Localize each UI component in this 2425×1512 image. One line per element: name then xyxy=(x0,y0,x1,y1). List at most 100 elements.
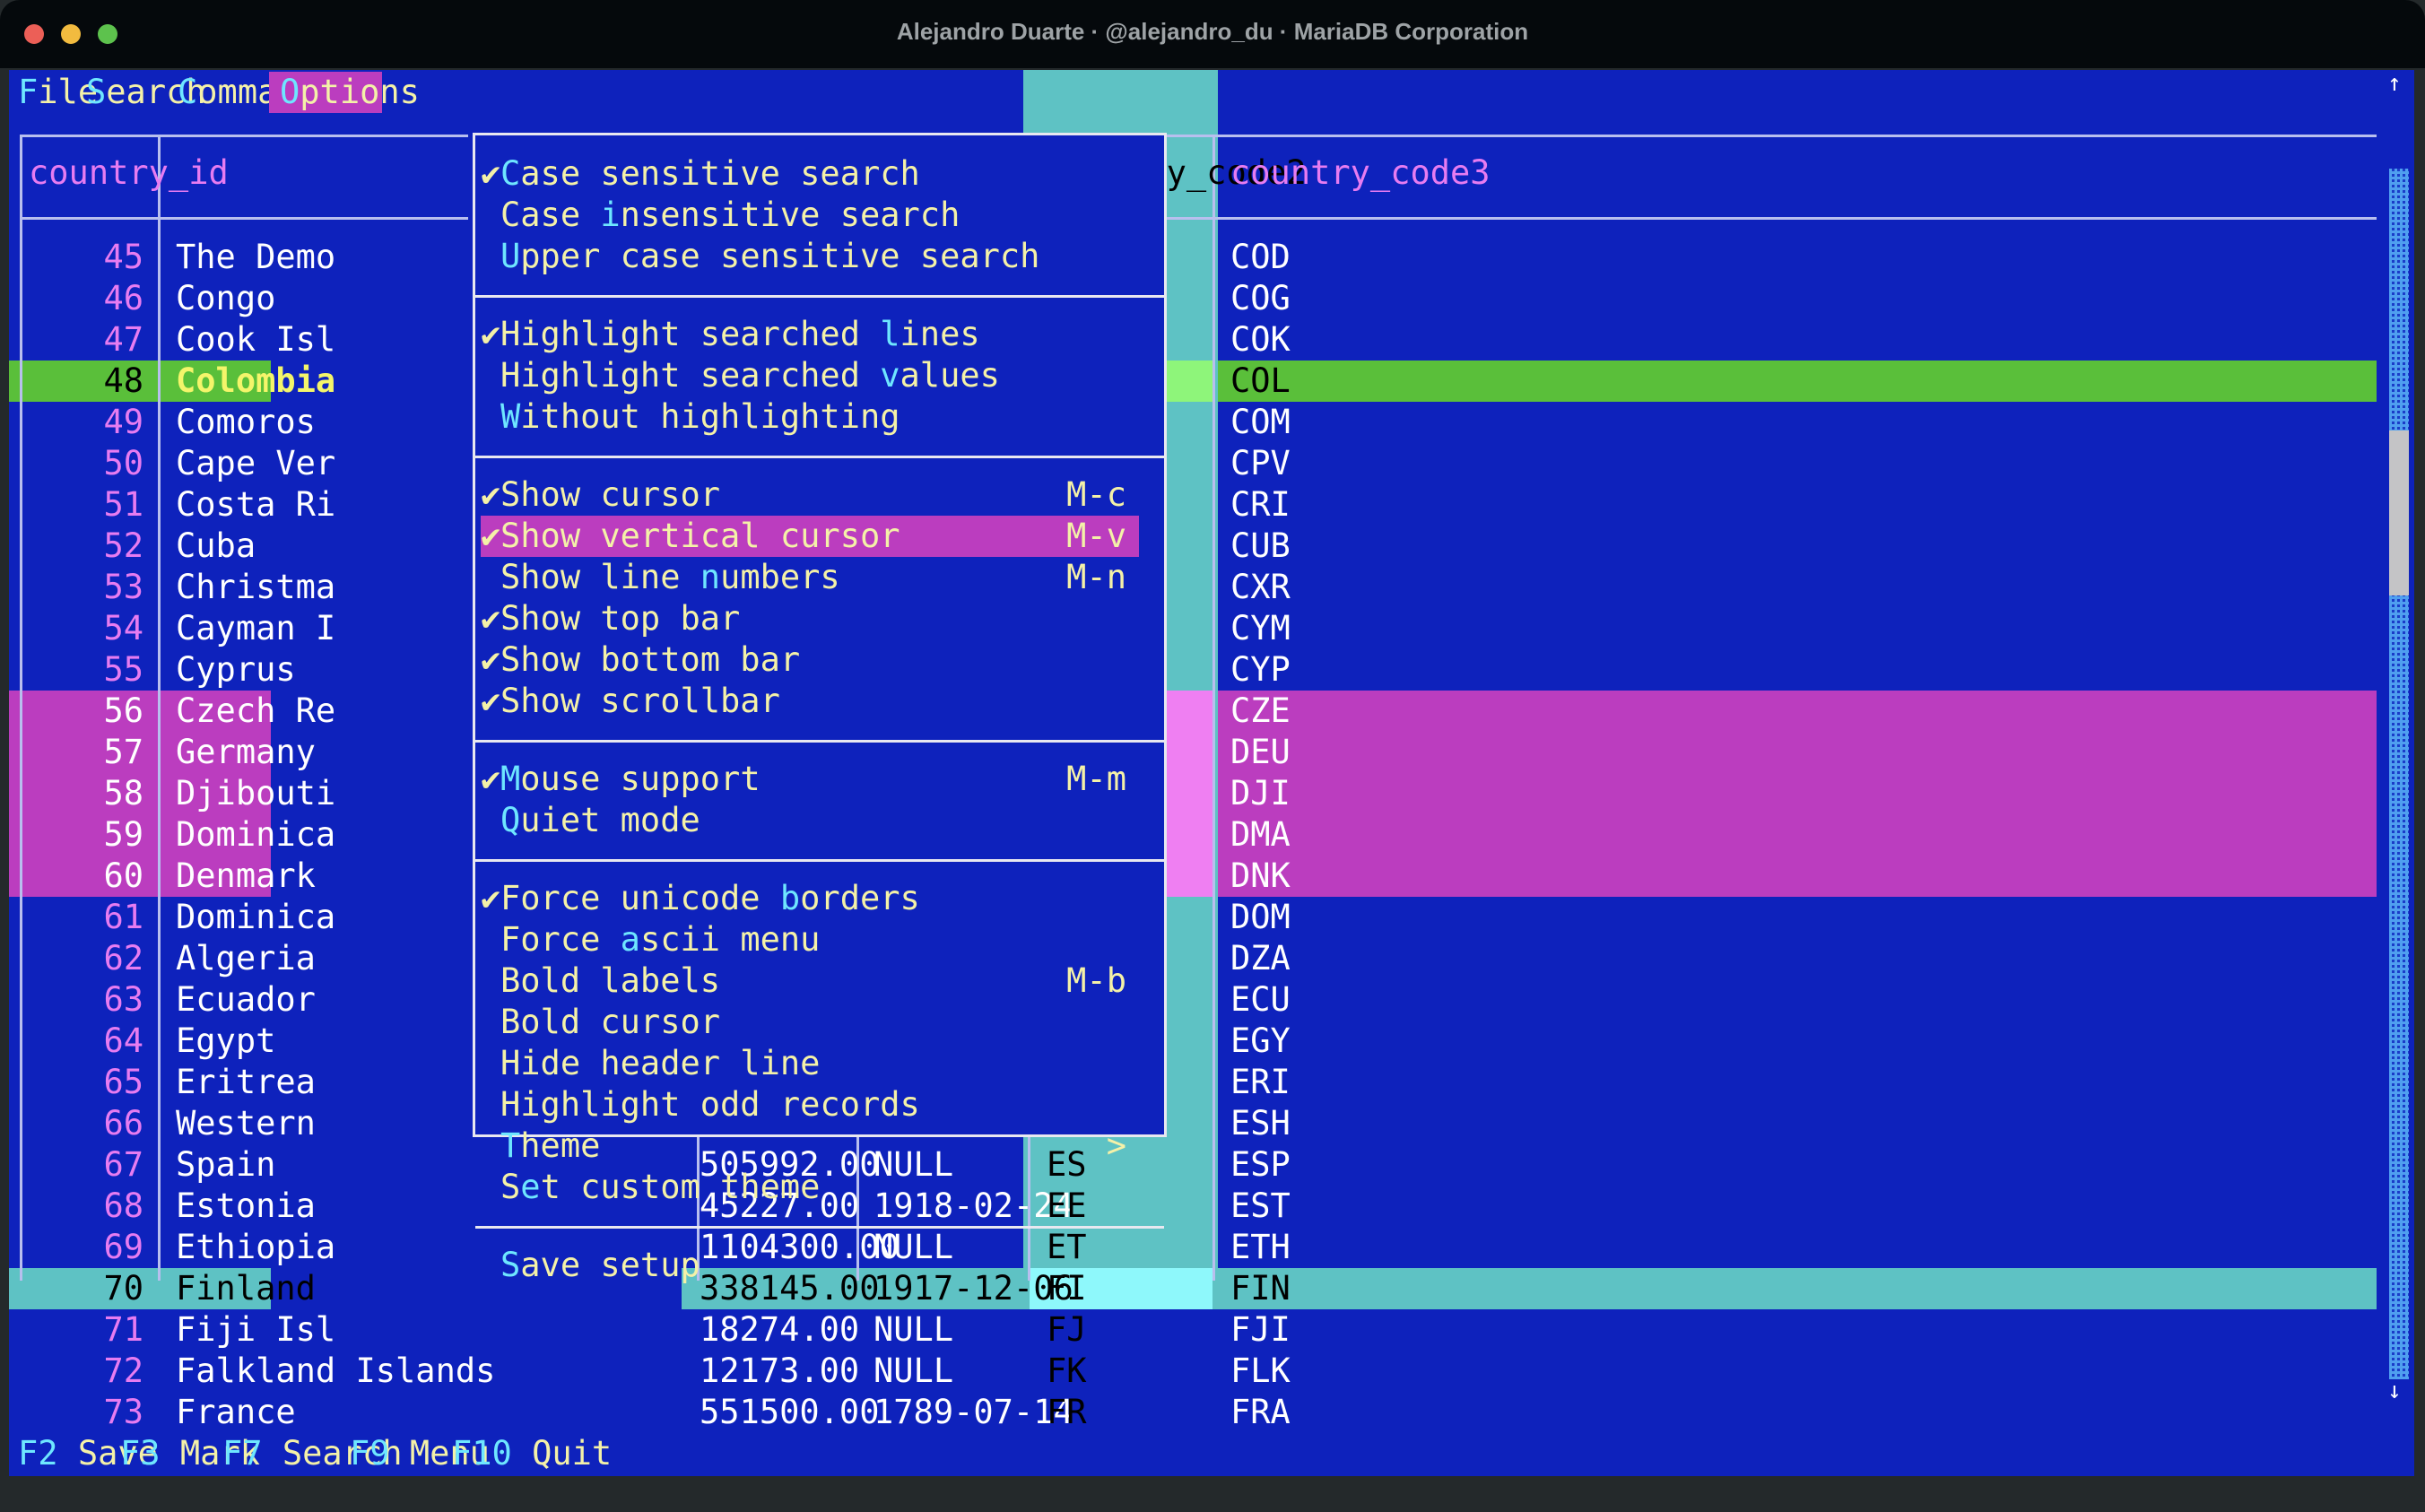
table-row[interactable]: 71 Fiji Isl 18274.00 NULL FJ FJI xyxy=(9,1309,2377,1351)
cell-country-code3: COL xyxy=(1230,361,1291,400)
menu-item-set-custom-theme[interactable]: Set custom theme xyxy=(481,1167,1139,1208)
scrollbar-track[interactable] xyxy=(2389,169,2409,1379)
cell-country-id: 67 xyxy=(103,1145,143,1184)
table-row[interactable]: 58Djibouti23200.001977-06-27DJDJI xyxy=(9,773,2377,814)
cell-country-code3: DNK xyxy=(1230,856,1291,895)
menu-item-force-ascii-menu[interactable]: Force ascii menu xyxy=(481,919,1139,960)
menu-file[interactable]: File xyxy=(18,72,98,113)
table-row[interactable]: 70 Finland 338145.00 1917-12-06 FI FIN xyxy=(9,1268,2377,1309)
table-row[interactable]: 54Cayman I264.00NULLKYCYM xyxy=(9,608,2377,649)
cell-country-code3: COD xyxy=(1230,238,1291,276)
cell-area: 18274.00 xyxy=(700,1310,860,1349)
table-row[interactable]: 61Dominica48511.00NULLDODOM xyxy=(9,897,2377,938)
menu-item-highlight-searched-values[interactable]: Highlight searched values xyxy=(481,355,1139,396)
menu-item-quiet-mode[interactable]: Quiet mode xyxy=(481,800,1139,841)
cell-country-id: 64 xyxy=(103,1021,143,1060)
column-header-country-id[interactable]: country_id xyxy=(29,152,229,194)
bottom-bar-quit[interactable]: F10 Quit xyxy=(452,1433,612,1474)
menu-item-theme[interactable]: Theme > xyxy=(481,1125,1139,1167)
scroll-up-arrow-icon[interactable]: ↑ xyxy=(2387,70,2402,97)
cell-name: Colombia xyxy=(176,361,336,400)
table-row[interactable]: 53Christma135.00NULLCXCXR xyxy=(9,567,2377,608)
menu-item-mouse-support[interactable]: ✔Mouse support M-m xyxy=(481,759,1139,800)
menu-item-show-scrollbar[interactable]: ✔Show scrollbar xyxy=(481,681,1139,722)
menu-item-show-top-bar[interactable]: ✔Show top bar xyxy=(481,598,1139,639)
table-row[interactable]: 48Colombia1138914.00NULLCOCOL xyxy=(9,361,2377,402)
cell-country-id: 47 xyxy=(103,320,143,359)
table-row[interactable]: 63Ecuador283561.001809-08-10ECECU xyxy=(9,979,2377,1021)
menu-item-case-sensitive-search[interactable]: ✔Case sensitive search xyxy=(481,153,1139,195)
cell-country-code3: COG xyxy=(1230,279,1291,317)
menu-item-show-line-numbers[interactable]: Show line numbers M-n xyxy=(481,557,1139,598)
table-row[interactable]: 59Dominica751.001978-11-03DMDMA xyxy=(9,814,2377,856)
scroll-down-arrow-icon[interactable]: ↓ xyxy=(2387,1377,2402,1404)
table-row[interactable]: 50Cape Ver4033.001975-07-05CVCPV xyxy=(9,443,2377,484)
menu-item-case-insensitive-search[interactable]: Case insensitive search xyxy=(481,195,1139,236)
cell-name: Western xyxy=(176,1104,316,1143)
table-row[interactable]: 62Algeria2381741.001962-07-05DZDZA xyxy=(9,938,2377,979)
menu-item-highlight-odd-records[interactable]: Highlight odd records xyxy=(481,1084,1139,1125)
menu-options[interactable]: Options xyxy=(269,72,420,113)
menu-item-save-setup[interactable]: Save setup xyxy=(481,1245,1139,1286)
terminal: FileSearchCommandOptions country_idarean… xyxy=(9,70,2414,1476)
cell-country-code3: DZA xyxy=(1230,939,1291,978)
menu-item-show-vertical-cursor[interactable]: ✔Show vertical cursor M-v xyxy=(481,516,1139,557)
menu-command[interactable]: Command xyxy=(178,72,317,113)
scrollbar-thumb[interactable] xyxy=(2389,430,2409,595)
table-row[interactable]: 65Eritrea117600.001993-05-24ERERI xyxy=(9,1062,2377,1103)
menu-item-bold-labels[interactable]: Bold labels M-b xyxy=(481,960,1139,1002)
table-row[interactable]: 55Cyprus9251.001960-10-01CYCYP xyxy=(9,649,2377,691)
table-row[interactable]: 47Cook Isl236.00NULLCKCOK xyxy=(9,319,2377,361)
cell-country-id: 46 xyxy=(103,279,143,317)
table-row[interactable]: 46Congo342000.00NULLCGCOG xyxy=(9,278,2377,319)
table-row[interactable]: 66Western266000.00NULLEHESH xyxy=(9,1103,2377,1144)
table-row[interactable]: 67 Spain 505992.00 NULL ES ESP xyxy=(9,1144,2377,1186)
menu-item-without-highlighting[interactable]: Without highlighting xyxy=(481,396,1139,438)
table-row[interactable]: 72 Falkland Islands 12173.00 NULL FK FLK xyxy=(9,1351,2377,1392)
menu-item-label: Show cursor xyxy=(500,475,721,514)
menu-item-hide-header-line[interactable]: Hide header line xyxy=(481,1043,1139,1084)
function-key: F7 xyxy=(222,1434,263,1473)
menu-item-show-cursor[interactable]: ✔Show cursor M-c xyxy=(481,474,1139,516)
table-row[interactable]: 73 France 551500.00 1789-07-14 FR FRA xyxy=(9,1392,2377,1433)
cell-name: Costa Ri xyxy=(176,485,336,524)
table-row[interactable]: 69 Ethiopia 1104300.00 NULL ET ETH xyxy=(9,1227,2377,1268)
menu-item-highlight-searched-lines[interactable]: ✔Highlight searched lines xyxy=(481,314,1139,355)
menu-item-hotkey: a xyxy=(620,920,640,959)
table-row[interactable]: 68 Estonia 45227.00 1918-02-24 EE EST xyxy=(9,1186,2377,1227)
menu-search[interactable]: Search xyxy=(86,72,206,113)
cell-country-code2: FK xyxy=(1047,1351,1087,1390)
menu-item-bold-cursor[interactable]: Bold cursor xyxy=(481,1002,1139,1043)
checkmark-icon: ✔ xyxy=(481,517,501,555)
table-row[interactable]: 57Germany357022.00NULLDEDEU xyxy=(9,732,2377,773)
menu-item-label: Bold labels xyxy=(500,961,721,1000)
menu-item-label: Show bottom bar xyxy=(500,640,801,679)
menu-item-label: pper case sensitive search xyxy=(520,237,1040,275)
table-row[interactable]: 52Cuba110861.001868-10-10CUCUB xyxy=(9,526,2377,567)
menu-item-hotkey: C xyxy=(500,154,521,193)
submenu-chevron-icon: > xyxy=(1106,1126,1126,1165)
menu-item-force-unicode-borders[interactable]: ✔Force unicode borders xyxy=(481,878,1139,919)
table-row[interactable]: 60Denmark43094.00NULLDKDNK xyxy=(9,856,2377,897)
menu-separator xyxy=(475,859,1164,862)
cell-country-code3: ESP xyxy=(1230,1145,1291,1184)
menu-item-label: Show scrollbar xyxy=(500,682,780,720)
table-row[interactable]: 51Costa Ri51100.001821-09-15CRCRI xyxy=(9,484,2377,526)
table-row[interactable]: 64Egypt1001449.00NULLEGEGY xyxy=(9,1021,2377,1062)
menu-item-label: alues xyxy=(900,356,1000,395)
table-row[interactable]: 45The Demo2344858.00NULLCDCOD xyxy=(9,237,2377,278)
menu-item-upper-case-sensitive-search[interactable]: Upper case sensitive search xyxy=(481,236,1139,277)
cell-country-id: 65 xyxy=(103,1063,143,1101)
menu-hotkey: S xyxy=(86,73,107,111)
menu-item-hotkey: v xyxy=(880,356,900,395)
cell-name: Christma xyxy=(176,568,336,606)
menu-item-show-bottom-bar[interactable]: ✔Show bottom bar xyxy=(481,639,1139,681)
menu-item-hotkey: T xyxy=(500,1126,521,1165)
table-row[interactable]: 49Comoros1862.001975-07-06KMCOM xyxy=(9,402,2377,443)
column-header-country-code3[interactable]: country_code3 xyxy=(1230,152,1491,194)
cell-country-code3: CRI xyxy=(1230,485,1291,524)
cell-country-id: 69 xyxy=(103,1228,143,1266)
cell-name: Falkland Islands xyxy=(176,1351,496,1390)
table-row[interactable]: 56Czech Re78866.001918-10-28CZCZE xyxy=(9,691,2377,732)
cell-country-id: 58 xyxy=(103,774,143,812)
